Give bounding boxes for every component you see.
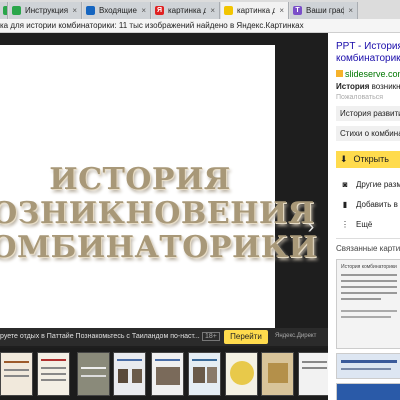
more-action[interactable]: ⋮ Ещё (340, 220, 372, 229)
thumbnail[interactable] (298, 352, 331, 396)
close-icon[interactable]: × (137, 6, 150, 15)
related-thumbnail[interactable]: История комбинаторики (336, 259, 400, 349)
image-info-panel: PPT - История комбинаторики slideserve.c… (328, 33, 400, 400)
slide-title-line: ИСТОРИЯ (49, 162, 231, 197)
tab-strip: Инструкция по × Входящие - По × Я картин… (0, 0, 400, 19)
camera-icon: ◙ (342, 180, 348, 189)
tab-label: Ваши графики (306, 6, 344, 15)
bookmark-icon: ▮ (342, 200, 348, 209)
source-description: История возникно (336, 82, 400, 91)
desc-rest: возникно (371, 82, 400, 91)
tab-label: картинка для (168, 6, 206, 15)
source-title-link[interactable]: PPT - История комбинаторики (336, 41, 400, 65)
tab-label: картинка для (237, 6, 275, 15)
tab-icon (3, 6, 7, 15)
thumbnail[interactable] (0, 352, 33, 396)
page-title-bar: ка для истории комбинаторики: 11 тыс изо… (0, 19, 400, 33)
ad-source: Яндекс.Директ (275, 333, 317, 339)
related-thumbnail[interactable] (336, 353, 400, 379)
tab-0[interactable] (0, 2, 8, 19)
ad-text[interactable]: руете отдых в Паттайе Познакомьтесь с Та… (0, 333, 200, 340)
site-favicon-icon (336, 70, 343, 77)
thumbnail[interactable] (151, 352, 184, 396)
more-icon: ⋮ (341, 220, 349, 229)
app-icon: T (293, 6, 302, 15)
download-icon: ⬇ (340, 154, 348, 164)
thumbnail[interactable] (261, 352, 294, 396)
open-label: Открыть (353, 154, 389, 164)
action-label: Ещё (356, 220, 373, 229)
related-thumbnail[interactable] (336, 383, 400, 400)
tab-label: Входящие - По (99, 6, 137, 15)
source-title-line: PPT - История (336, 41, 400, 52)
thumbnail[interactable] (77, 352, 110, 396)
add-to-collection-action[interactable]: ▮ Добавить в ко (340, 200, 400, 209)
thumbnail[interactable] (188, 352, 221, 396)
source-title-line: комбинаторики (336, 53, 400, 64)
source-site[interactable]: slideserve.com (336, 69, 400, 79)
thumbnail-strip (0, 348, 331, 400)
action-label: Другие разм (356, 180, 400, 189)
browser-window: Инструкция по × Входящие - По × Я картин… (0, 0, 400, 400)
action-label: Добавить в ко (356, 200, 400, 209)
related-images-heading: Связанные картин (336, 244, 400, 253)
open-button[interactable]: ⬇ Открыть (336, 151, 400, 168)
slide-title-line: КОМБИНАТОРИКИ (0, 230, 318, 265)
yandex-icon: Я (155, 6, 164, 15)
complain-link[interactable]: Пожаловаться (336, 94, 383, 101)
other-sizes-action[interactable]: ◙ Другие разм (340, 180, 400, 189)
related-query-chip[interactable]: История развития (336, 106, 400, 121)
ad-go-button[interactable]: Перейти (224, 330, 268, 344)
tab-image-search-2[interactable]: картинка для × (221, 2, 289, 19)
slide-title-line: ВОЗНИКНОВЕНИЯ (0, 196, 315, 231)
thumbnail[interactable] (37, 352, 70, 396)
desc-bold: История (336, 82, 370, 91)
related-query-chip[interactable]: Стихи о комбинато (336, 126, 400, 141)
tab-image-search-1[interactable]: Я картинка для × (152, 2, 220, 19)
age-badge: 18+ (202, 332, 220, 341)
ad-banner: руете отдых в Паттайе Познакомьтесь с Та… (0, 328, 328, 346)
slide-title: ИСТОРИЯ ВОЗНИКНОВЕНИЯ КОМБИНАТОРИКИ (0, 163, 340, 265)
images-icon (224, 6, 233, 15)
site-label: slideserve.com (345, 69, 400, 79)
thumbnail[interactable] (113, 352, 146, 396)
close-icon[interactable]: × (68, 6, 81, 15)
tab-instruction[interactable]: Инструкция по × (9, 2, 82, 19)
close-icon[interactable]: × (344, 6, 357, 15)
doc-icon (12, 6, 21, 15)
related-thumb-title: История комбинаторики (341, 264, 397, 270)
tab-label: Инструкция по (25, 6, 69, 15)
slide-image[interactable]: ИСТОРИЯ ВОЗНИКНОВЕНИЯ КОМБИНАТОРИКИ (0, 45, 317, 345)
next-image-arrow[interactable]: › (304, 216, 318, 238)
tab-inbox[interactable]: Входящие - По × (83, 2, 151, 19)
thumbnail[interactable] (225, 352, 258, 396)
close-icon[interactable]: × (275, 6, 288, 15)
mail-icon (86, 6, 95, 15)
tab-charts[interactable]: T Ваши графики × (290, 2, 358, 19)
divider (336, 238, 400, 239)
close-icon[interactable]: × (206, 6, 219, 15)
